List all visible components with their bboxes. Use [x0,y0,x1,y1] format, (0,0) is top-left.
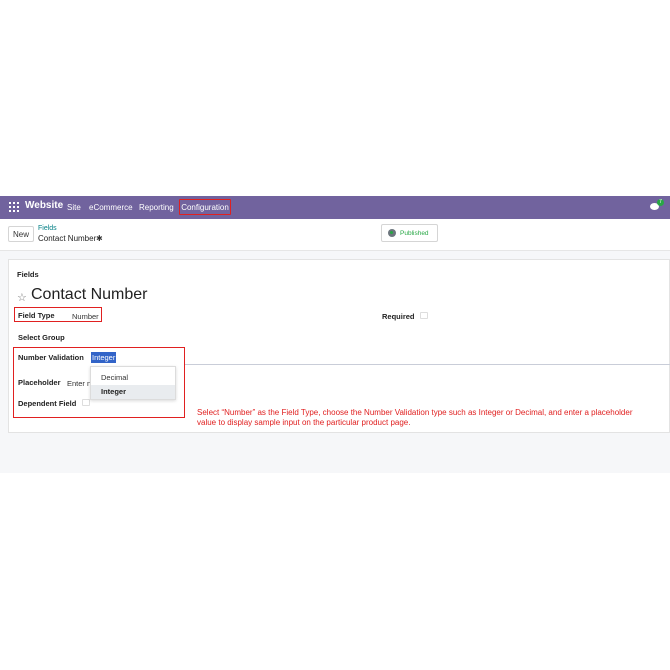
star-icon[interactable]: ☆ [17,291,27,304]
top-navbar: Website Site eCommerce Reporting Configu… [0,196,670,219]
dropdown-option-integer[interactable]: Integer [91,385,175,399]
menu-configuration[interactable]: Configuration [179,199,231,215]
required-label: Required [382,312,415,321]
chat-badge: 7 [657,199,664,206]
placeholder-input[interactable]: Enter n [67,379,91,388]
published-button[interactable]: Published [381,224,438,242]
breadcrumb-current: Contact Number [38,234,97,243]
new-button[interactable]: New [8,226,34,242]
menu-site[interactable]: Site [67,203,81,212]
dependent-field-checkbox[interactable] [82,399,90,406]
validation-dropdown: Decimal Integer [90,366,176,400]
control-panel: New Fields Contact Number ✱ Published [0,219,670,251]
section-label: Fields [17,270,39,279]
number-validation-label: Number Validation [18,353,84,362]
menu-reporting[interactable]: Reporting [139,203,174,212]
breadcrumb-parent[interactable]: Fields [38,225,57,232]
apps-grid-icon[interactable] [9,202,19,212]
globe-icon [388,229,396,237]
dependent-field-label: Dependent Field [18,399,77,408]
record-title[interactable]: Contact Number [31,286,148,304]
separator-line [185,364,670,365]
select-group-label: Select Group [18,333,65,342]
field-type-value[interactable]: Number [72,312,99,321]
dropdown-option-decimal[interactable]: Decimal [91,371,175,385]
published-label: Published [400,229,429,237]
placeholder-label: Placeholder [18,378,61,387]
required-checkbox[interactable] [420,312,428,319]
instruction-caption: Select “Number” as the Field Type, choos… [197,408,633,427]
menu-ecommerce[interactable]: eCommerce [89,203,133,212]
field-type-label: Field Type [18,311,55,320]
number-validation-select[interactable]: Integer [91,352,117,363]
app-brand[interactable]: Website [25,200,63,211]
gear-icon[interactable]: ✱ [96,234,103,243]
